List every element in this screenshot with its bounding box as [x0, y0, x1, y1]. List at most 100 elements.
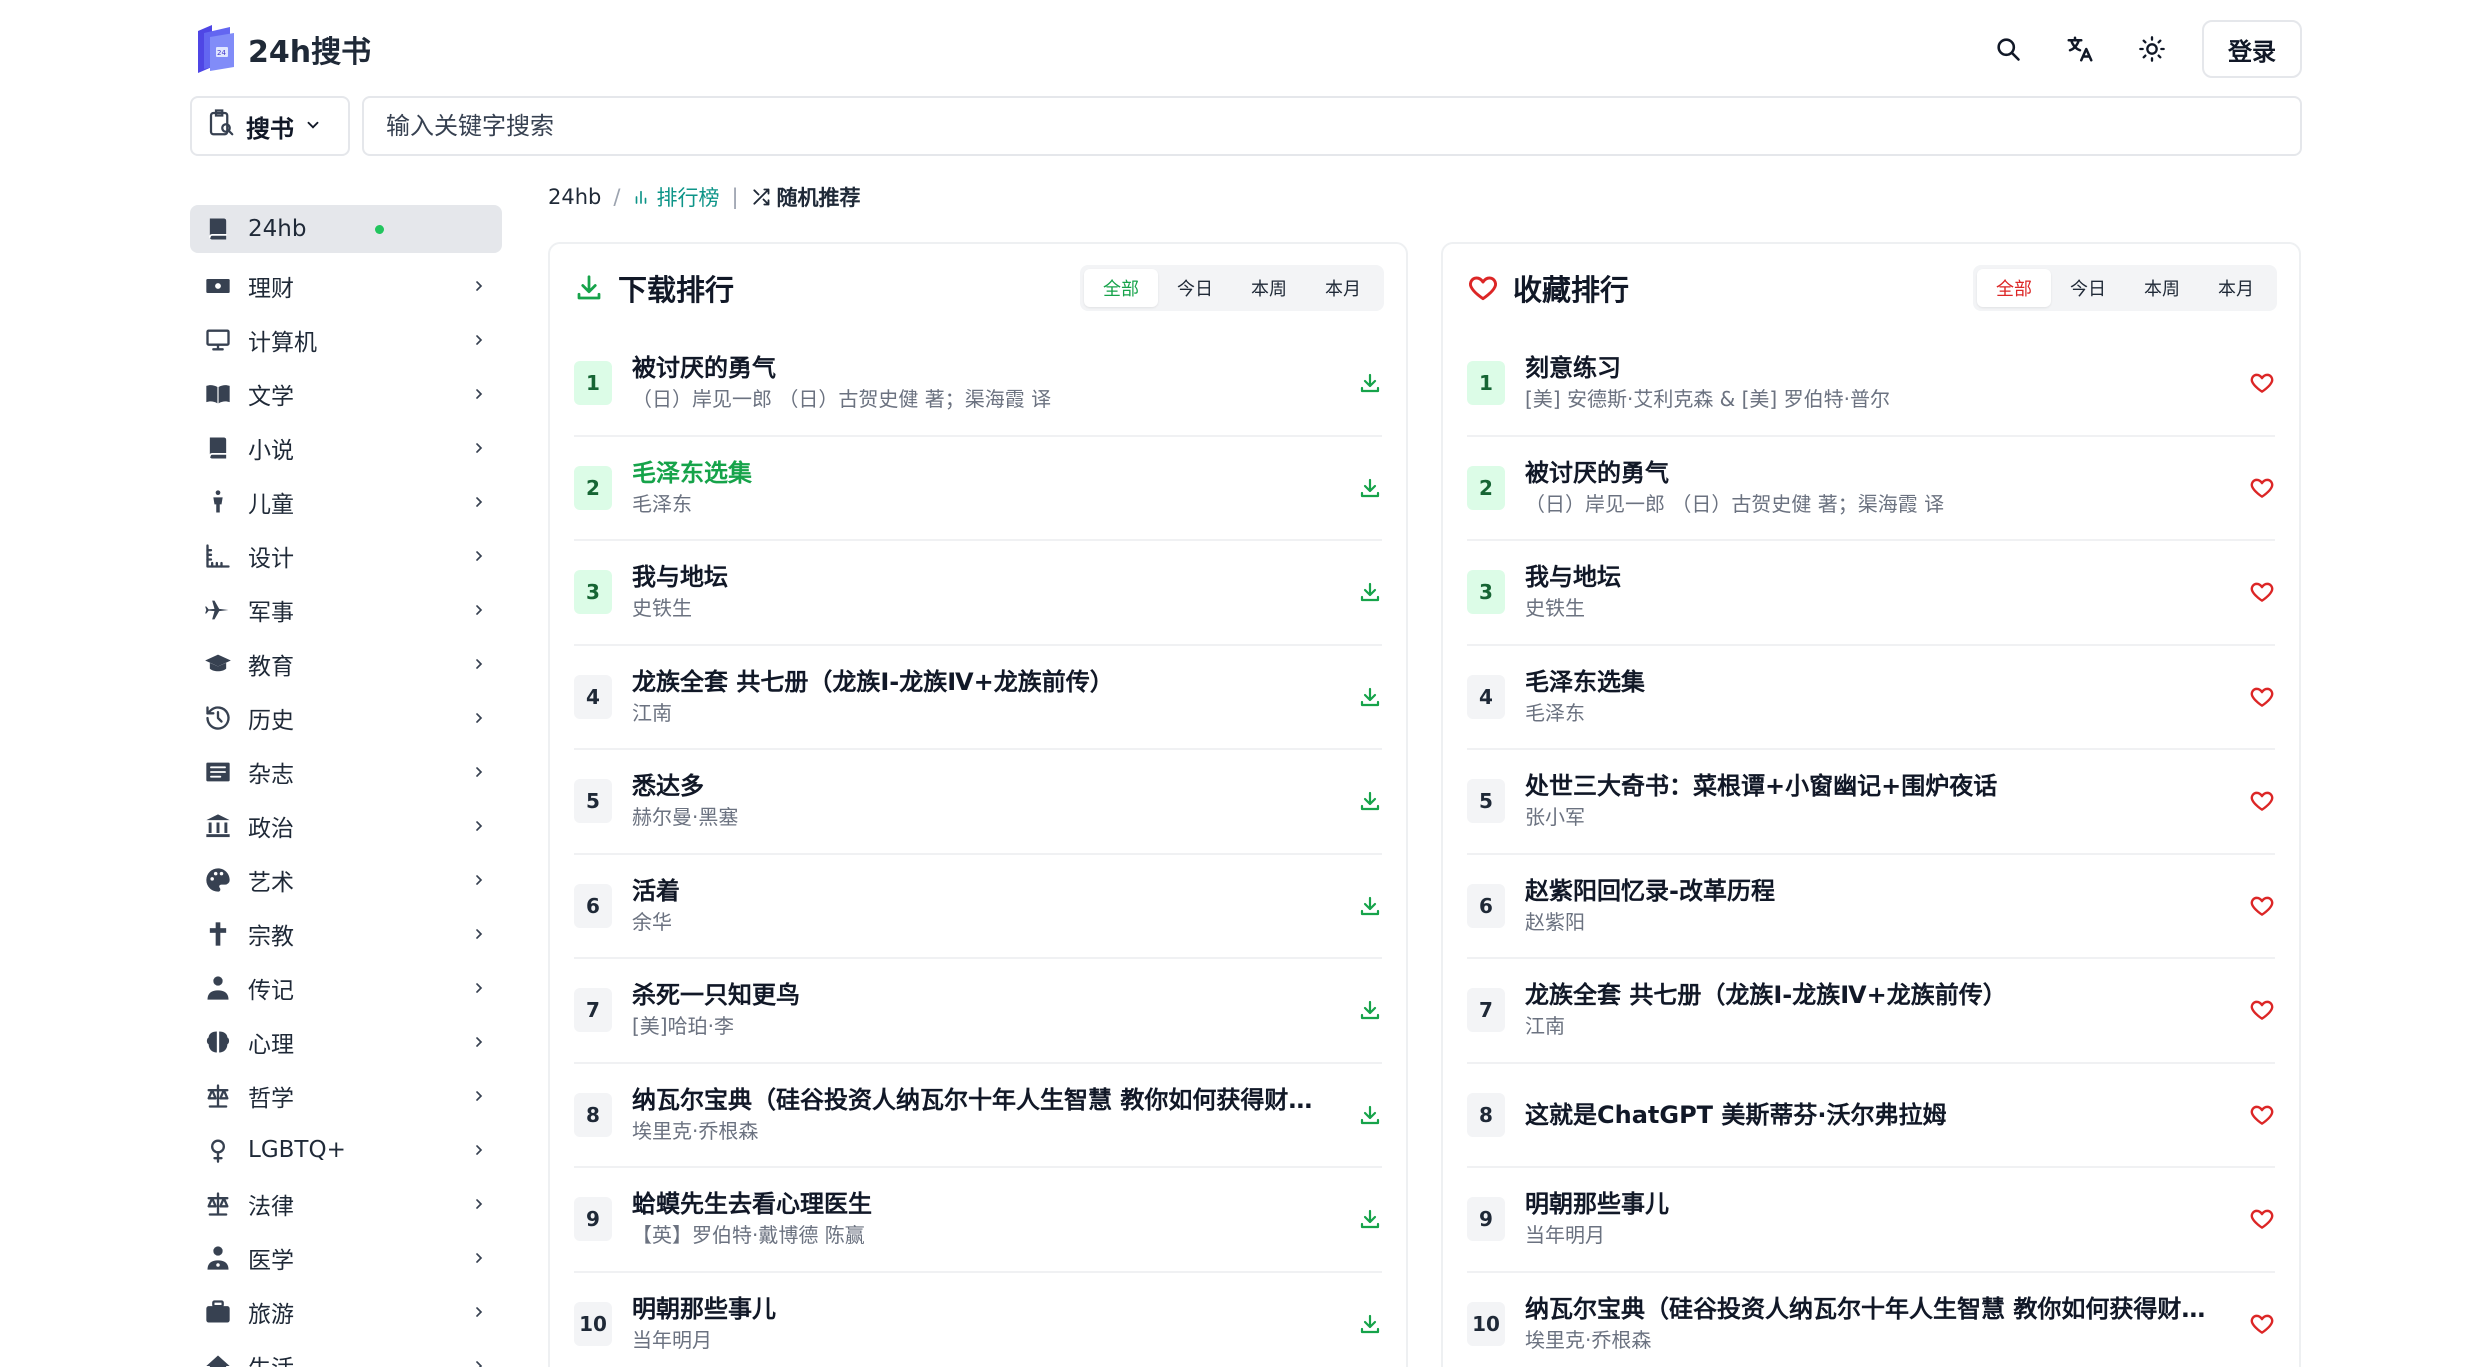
sidebar-item[interactable]: 医学: [190, 1231, 502, 1285]
ranking-row[interactable]: 7 龙族全套 共七册（龙族Ⅰ-龙族Ⅳ+龙族前传） 江南: [1467, 959, 2275, 1064]
tab-period[interactable]: 今日: [1158, 269, 1232, 307]
sidebar-item[interactable]: 旅游: [190, 1285, 502, 1339]
sidebar-item[interactable]: 生活: [190, 1339, 502, 1367]
sidebar-item[interactable]: 理财: [190, 259, 502, 313]
tab-period[interactable]: 全部: [1977, 269, 2051, 307]
heart-icon[interactable]: [2235, 1095, 2275, 1135]
sidebar-item[interactable]: 哲学: [190, 1069, 502, 1123]
ranking-row[interactable]: 4 龙族全套 共七册（龙族Ⅰ-龙族Ⅳ+龙族前传） 江南: [574, 646, 1382, 750]
download-icon[interactable]: [1342, 1199, 1382, 1239]
book-title[interactable]: 毛泽东选集: [1525, 666, 2215, 698]
breadcrumb-home[interactable]: 24hb: [548, 185, 601, 209]
login-button[interactable]: 登录: [2202, 20, 2302, 78]
heart-icon[interactable]: [2235, 1304, 2275, 1344]
book-title[interactable]: 处世三大奇书：菜根谭+小窗幽记+围炉夜话: [1525, 770, 2215, 802]
download-icon[interactable]: [1342, 468, 1382, 508]
heart-icon[interactable]: [2235, 468, 2275, 508]
ranking-row[interactable]: 2 毛泽东选集 毛泽东: [574, 437, 1382, 541]
tab-period[interactable]: 本月: [1306, 269, 1380, 307]
ranking-row[interactable]: 5 悉达多 赫尔曼·黑塞: [574, 750, 1382, 855]
download-icon[interactable]: [1342, 1095, 1382, 1135]
ranking-row[interactable]: 9 蛤蟆先生去看心理医生 【英】罗伯特·戴博德 陈赢: [574, 1168, 1382, 1273]
sidebar-item[interactable]: 教育: [190, 637, 502, 691]
ranking-row[interactable]: 5 处世三大奇书：菜根谭+小窗幽记+围炉夜话 张小军: [1467, 750, 2275, 855]
book-title[interactable]: 赵紫阳回忆录-改革历程: [1525, 875, 2215, 907]
sidebar-item[interactable]: 传记: [190, 961, 502, 1015]
book-title[interactable]: 明朝那些事儿: [1525, 1188, 2215, 1220]
ranking-row[interactable]: 10 明朝那些事儿 当年明月: [574, 1273, 1382, 1367]
sidebar-item[interactable]: 历史: [190, 691, 502, 745]
book-title[interactable]: 龙族全套 共七册（龙族Ⅰ-龙族Ⅳ+龙族前传）: [1525, 979, 2215, 1011]
sidebar-item[interactable]: 法律: [190, 1177, 502, 1231]
ranking-row[interactable]: 3 我与地坛 史铁生: [574, 541, 1382, 646]
heart-icon[interactable]: [2235, 572, 2275, 612]
download-icon[interactable]: [1342, 781, 1382, 821]
sidebar-item[interactable]: 政治: [190, 799, 502, 853]
sidebar-item[interactable]: 小说: [190, 421, 502, 475]
translate-icon[interactable]: [2054, 23, 2106, 75]
heart-icon[interactable]: [2235, 677, 2275, 717]
book-title[interactable]: 刻意练习: [1525, 352, 2215, 384]
sidebar-item[interactable]: 杂志: [190, 745, 502, 799]
sidebar-item[interactable]: 儿童: [190, 475, 502, 529]
download-icon[interactable]: [1342, 677, 1382, 717]
download-icon[interactable]: [1342, 990, 1382, 1030]
ranking-row[interactable]: 6 活着 余华: [574, 855, 1382, 959]
sidebar-item[interactable]: 军事: [190, 583, 502, 637]
ranking-row[interactable]: 6 赵紫阳回忆录-改革历程 赵紫阳: [1467, 855, 2275, 959]
sidebar-item[interactable]: 文学: [190, 367, 502, 421]
sidebar-item[interactable]: 艺术: [190, 853, 502, 907]
theme-toggle-sun-icon[interactable]: [2126, 23, 2178, 75]
tab-period[interactable]: 本月: [2199, 269, 2273, 307]
breadcrumb-ranking[interactable]: 排行榜: [632, 182, 719, 212]
book-title[interactable]: 悉达多: [632, 770, 1322, 802]
ranking-row[interactable]: 1 被讨厌的勇气 （日）岸见一郎 （日）古贺史健 著；渠海霞 译: [574, 332, 1382, 437]
book-title[interactable]: 明朝那些事儿: [632, 1293, 1322, 1325]
book-title[interactable]: 龙族全套 共七册（龙族Ⅰ-龙族Ⅳ+龙族前传）: [632, 666, 1322, 698]
sidebar-item[interactable]: 宗教: [190, 907, 502, 961]
search-input[interactable]: [362, 96, 2302, 156]
ranking-row[interactable]: 8 纳瓦尔宝典（硅谷投资人纳瓦尔十年人生智慧 教你如何获得财富与幸福）埃里克·乔根…: [574, 1064, 1382, 1168]
tab-period[interactable]: 本周: [1232, 269, 1306, 307]
book-title[interactable]: 这就是ChatGPT 美斯蒂芬·沃尔弗拉姆: [1525, 1099, 2215, 1131]
book-title[interactable]: 被讨厌的勇气: [632, 352, 1322, 384]
book-title[interactable]: 被讨厌的勇气: [1525, 457, 2215, 489]
ranking-row[interactable]: 3 我与地坛 史铁生: [1467, 541, 2275, 646]
book-title[interactable]: 我与地坛: [1525, 561, 2215, 593]
heart-icon[interactable]: [2235, 990, 2275, 1030]
sidebar-item[interactable]: 心理: [190, 1015, 502, 1069]
search-icon[interactable]: [1982, 23, 2034, 75]
download-icon[interactable]: [1342, 363, 1382, 403]
sidebar-item[interactable]: LGBTQ+: [190, 1123, 502, 1177]
heart-icon[interactable]: [2235, 1199, 2275, 1239]
book-title[interactable]: 杀死一只知更鸟: [632, 979, 1322, 1011]
logo[interactable]: 24 24h搜书: [190, 23, 371, 75]
download-icon[interactable]: [1342, 886, 1382, 926]
ranking-row[interactable]: 1 刻意练习 [美] 安德斯·艾利克森 & [美] 罗伯特·普尔: [1467, 332, 2275, 437]
heart-icon[interactable]: [2235, 781, 2275, 821]
ranking-row[interactable]: 10 纳瓦尔宝典（硅谷投资人纳瓦尔十年人生智慧 教你如何获得财富与幸福）埃里克·乔…: [1467, 1273, 2275, 1367]
search-type-select[interactable]: 搜书: [190, 96, 350, 156]
ranking-row[interactable]: 9 明朝那些事儿 当年明月: [1467, 1168, 2275, 1273]
tab-period[interactable]: 全部: [1084, 269, 1158, 307]
download-icon[interactable]: [1342, 1304, 1382, 1344]
breadcrumb-random[interactable]: 随机推荐: [751, 182, 861, 212]
book-title[interactable]: 纳瓦尔宝典（硅谷投资人纳瓦尔十年人生智慧 教你如何获得财富与幸福）: [632, 1084, 1322, 1116]
ranking-row[interactable]: 4 毛泽东选集 毛泽东: [1467, 646, 2275, 750]
ranking-row[interactable]: 7 杀死一只知更鸟 [美]哈珀·李: [574, 959, 1382, 1064]
ranking-row[interactable]: 2 被讨厌的勇气 （日）岸见一郎 （日）古贺史健 著；渠海霞 译: [1467, 437, 2275, 541]
download-icon[interactable]: [1342, 572, 1382, 612]
book-title[interactable]: 纳瓦尔宝典（硅谷投资人纳瓦尔十年人生智慧 教你如何获得财富与幸福）: [1525, 1293, 2215, 1325]
sidebar-item[interactable]: 24hb: [190, 205, 502, 253]
book-title[interactable]: 活着: [632, 875, 1322, 907]
book-title[interactable]: 毛泽东选集: [632, 457, 1322, 489]
book-title[interactable]: 蛤蟆先生去看心理医生: [632, 1188, 1322, 1220]
sidebar-item[interactable]: 计算机: [190, 313, 502, 367]
heart-icon[interactable]: [2235, 886, 2275, 926]
ranking-row[interactable]: 8 这就是ChatGPT 美斯蒂芬·沃尔弗拉姆: [1467, 1064, 2275, 1168]
heart-icon[interactable]: [2235, 363, 2275, 403]
book-title[interactable]: 我与地坛: [632, 561, 1322, 593]
sidebar-item[interactable]: 设计: [190, 529, 502, 583]
tab-period[interactable]: 本周: [2125, 269, 2199, 307]
tab-period[interactable]: 今日: [2051, 269, 2125, 307]
